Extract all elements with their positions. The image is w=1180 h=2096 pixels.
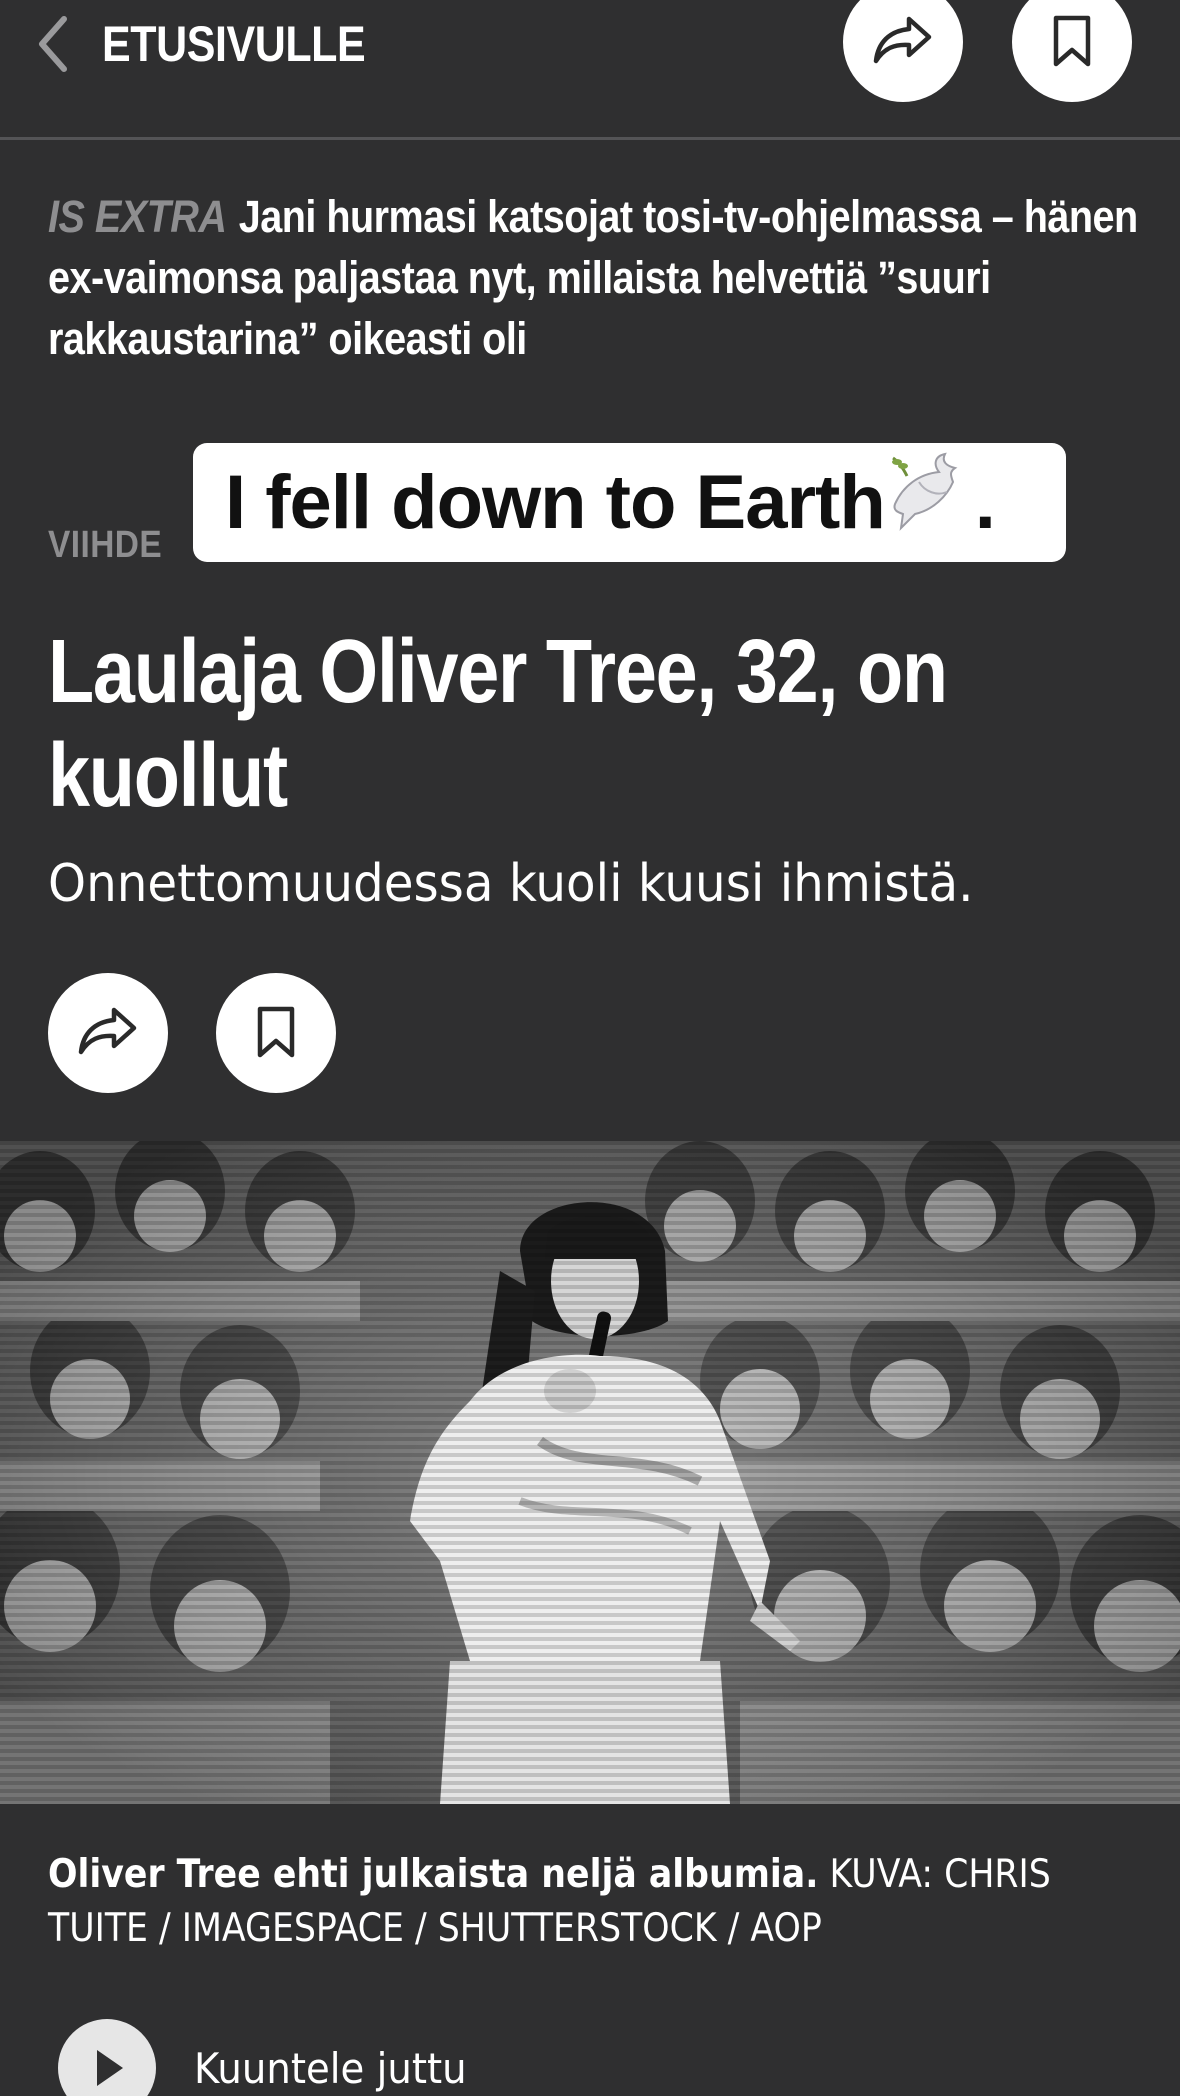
article-bookmark-button[interactable]: [216, 973, 336, 1093]
listen-label: Kuuntele juttu: [194, 2043, 467, 2093]
caption-text: Oliver Tree ehti julkaista neljä albumia…: [48, 1852, 819, 1897]
article-share-button[interactable]: [48, 973, 168, 1093]
back-to-frontpage-link[interactable]: ETUSIVULLE: [36, 6, 408, 82]
sticker-text: I fell down to Earth: [225, 460, 886, 545]
share-icon: [871, 13, 935, 72]
article-hero-image: [0, 1141, 1180, 1804]
dove-icon: [889, 452, 961, 554]
share-button[interactable]: [843, 0, 963, 102]
top-bar: ETUSIVULLE: [0, 0, 1180, 140]
category-label: VIIHDE: [48, 524, 163, 566]
bookmark-icon: [254, 1005, 298, 1062]
share-icon: [76, 1004, 140, 1063]
article-lead: Onnettomuudessa kuoli kuusi ihmistä.: [48, 854, 974, 914]
play-icon: [58, 2019, 156, 2096]
promo-teaser-link[interactable]: IS EXTRA Jani hurmasi katsojat tosi-tv-oh…: [48, 186, 1138, 369]
chevron-left-icon: [36, 15, 70, 73]
article-headline: Laulaja Oliver Tree, 32, on kuollut: [48, 620, 1148, 828]
image-caption: Oliver Tree ehti julkaista neljä albumia…: [48, 1848, 1148, 1956]
headline-text: Laulaja Oliver Tree, 32, on kuollut: [48, 622, 948, 826]
promo-brand: IS EXTRA: [48, 191, 227, 242]
bookmark-button[interactable]: [1012, 0, 1132, 102]
bookmark-icon: [1050, 14, 1094, 71]
sticker-end: .: [974, 460, 996, 545]
text-sticker: I fell down to Earth .: [193, 443, 1066, 562]
back-label: ETUSIVULLE: [102, 16, 366, 72]
listen-article-button[interactable]: Kuuntele juttu: [58, 2018, 490, 2096]
